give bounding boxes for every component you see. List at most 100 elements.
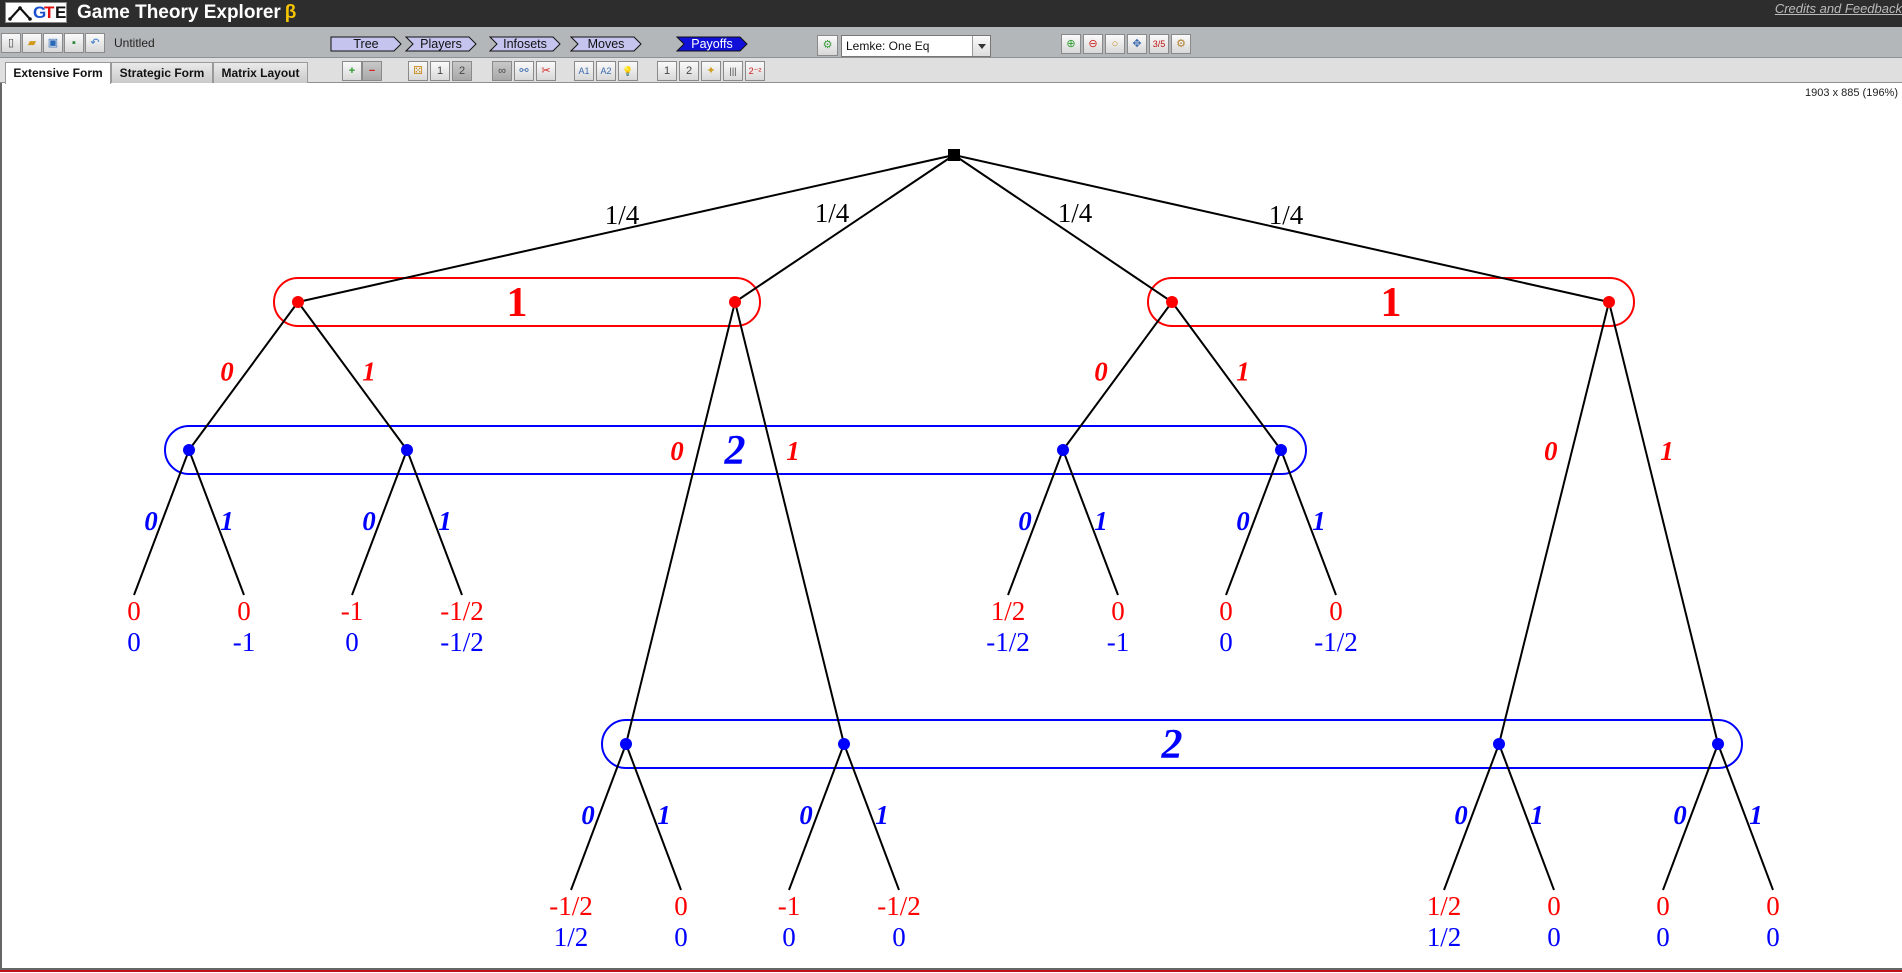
hint-button[interactable]: 💡 (618, 61, 638, 81)
zoom-in-button[interactable]: ⊕ (1061, 34, 1081, 54)
player2-move-label: 0 (1018, 506, 1032, 536)
link-infoset-button[interactable]: ∞ (492, 61, 512, 81)
payoff-player2[interactable]: 0 (1219, 627, 1233, 657)
settings-button[interactable]: ⚙ (1171, 34, 1191, 54)
player2-decision-node[interactable] (620, 738, 632, 750)
payoff-player2[interactable]: -1/2 (1314, 627, 1358, 657)
payoff-player2[interactable]: 1/2 (554, 922, 589, 952)
player2-decision-node[interactable] (838, 738, 850, 750)
payoff-player1[interactable]: -1 (778, 891, 801, 921)
gear-run-icon: ⚙ (822, 39, 833, 51)
payoff-player2[interactable]: 0 (127, 627, 141, 657)
payoff-player2[interactable]: -1/2 (986, 627, 1030, 657)
payoff-player1[interactable]: -1/2 (440, 596, 484, 626)
random-payoffs-button[interactable]: ✦ (701, 61, 721, 81)
run-solver-button[interactable]: ⚙ (817, 35, 838, 56)
auto-label-player1-button[interactable]: A1 (574, 61, 594, 81)
payoff-player2[interactable]: -1/2 (440, 627, 484, 657)
payoff-player1[interactable]: 0 (1656, 891, 1670, 921)
step-players[interactable]: Players (405, 36, 477, 52)
step-payoffs[interactable]: Payoffs (676, 36, 748, 52)
remove-node-button[interactable]: − (362, 61, 382, 81)
player2-move-edge (406, 449, 463, 596)
payoff-player1[interactable]: -1/2 (877, 891, 921, 921)
payoff-player2[interactable]: -1 (1107, 627, 1130, 657)
payoff-player2[interactable]: -1 (233, 627, 256, 657)
payoff-player1[interactable]: 1/2 (991, 596, 1026, 626)
payoff-player1[interactable]: 0 (1547, 891, 1561, 921)
new-file-button[interactable]: ▯ (1, 33, 21, 53)
save-file-button[interactable]: ▣ (43, 33, 63, 53)
pan-button[interactable]: ✥ (1127, 34, 1147, 54)
player2-move-label: 1 (1094, 506, 1108, 536)
credits-feedback-link[interactable]: Credits and Feedback (1775, 1, 1902, 16)
solver-select[interactable]: Lemke: One Eq (841, 35, 991, 57)
player1-move-label: 0 (1544, 436, 1558, 466)
open-file-button[interactable]: ▰ (22, 33, 42, 53)
payoff-player2[interactable]: 0 (892, 922, 906, 952)
export-image-button[interactable]: ▪ (64, 33, 84, 53)
payoff-player1[interactable]: 0 (237, 596, 251, 626)
payoff-player1[interactable]: 0 (127, 596, 141, 626)
payoff-player1[interactable]: 0 (1111, 596, 1125, 626)
payoff-player1-button[interactable]: 1 (657, 61, 677, 81)
fraction-format-button[interactable]: 3/5 (1149, 34, 1169, 54)
add-node-button[interactable]: + (342, 61, 362, 81)
payoff-player1[interactable]: 0 (1219, 596, 1233, 626)
align-payoffs-icon: ||| (729, 66, 737, 76)
print-button[interactable]: ↶ (85, 33, 105, 53)
payoff-player2[interactable]: 0 (674, 922, 688, 952)
payoff-player2[interactable]: 0 (1547, 922, 1561, 952)
payoff-player2[interactable]: 0 (1766, 922, 1780, 952)
player-2-button[interactable]: 2 (452, 61, 472, 81)
player1-decision-node[interactable] (1166, 296, 1178, 308)
player2-decision-node[interactable] (1493, 738, 1505, 750)
payoff-player1[interactable]: -1/2 (549, 891, 593, 921)
payoff-player1[interactable]: 0 (1329, 596, 1343, 626)
payoff-player2[interactable]: 0 (345, 627, 359, 657)
player1-move-edge (734, 301, 845, 745)
payoff-player1[interactable]: 0 (1766, 891, 1780, 921)
tab-matrix-layout[interactable]: Matrix Layout (213, 62, 308, 83)
chance-player-button[interactable]: ⚄ (408, 61, 428, 81)
zoom-fit-button[interactable]: ○ (1105, 34, 1125, 54)
open-file-icon: ▰ (27, 37, 37, 49)
payoff-player1[interactable]: -1 (341, 596, 364, 626)
player2-decision-node[interactable] (401, 444, 413, 456)
player1-decision-node[interactable] (1603, 296, 1615, 308)
cut-infoset-icon: ✂ (541, 65, 551, 77)
player1-move-label: 1 (1660, 436, 1674, 466)
unlink-infoset-button[interactable]: ⚯ (514, 61, 534, 81)
zoom-out-button[interactable]: ⊖ (1083, 34, 1103, 54)
payoff-player1[interactable]: 1/2 (1427, 891, 1462, 921)
payoff-player2[interactable]: 0 (782, 922, 796, 952)
chance-node[interactable] (948, 149, 960, 161)
player2-decision-node[interactable] (183, 444, 195, 456)
tree-canvas[interactable]: 1903 x 885 (196%) 1/4 1/4 1/4 1/4 0 1 0 1 0 1 0 1 0 1… (0, 83, 1902, 968)
player1-move-edge (297, 301, 408, 451)
payoff-player2[interactable]: 1/2 (1427, 922, 1462, 952)
step-tree[interactable]: Tree (330, 36, 402, 52)
tab-strategic-form[interactable]: Strategic Form (111, 62, 213, 83)
player-2-icon: 2 (458, 65, 466, 77)
chevron-down-icon[interactable] (972, 36, 990, 56)
step-moves[interactable]: Moves (570, 36, 642, 52)
zero-sum-button[interactable]: 2⁻² (745, 61, 765, 81)
payoff-player1[interactable]: 0 (674, 891, 688, 921)
game-tree-diagram[interactable]: 1/4 1/4 1/4 1/40 10 10 10 10 1000-10 1-10-1/2-1/2… (2, 83, 1902, 968)
payoff-player2-button[interactable]: 2 (679, 61, 699, 81)
player2-decision-node[interactable] (1057, 444, 1069, 456)
player1-decision-node[interactable] (292, 296, 304, 308)
payoff-player2-icon: 2 (685, 65, 693, 77)
payoff-player2[interactable]: 0 (1656, 922, 1670, 952)
auto-label-player2-button[interactable]: A2 (596, 61, 616, 81)
player2-decision-node[interactable] (1275, 444, 1287, 456)
align-payoffs-button[interactable]: ||| (723, 61, 743, 81)
player1-decision-node[interactable] (729, 296, 741, 308)
step-infosets[interactable]: Infosets (489, 36, 561, 52)
player2-decision-node[interactable] (1712, 738, 1724, 750)
player2-move-label: 1 (438, 506, 452, 536)
tab-extensive-form[interactable]: Extensive Form (5, 62, 111, 84)
cut-infoset-button[interactable]: ✂ (536, 61, 556, 81)
player-1-button[interactable]: 1 (430, 61, 450, 81)
